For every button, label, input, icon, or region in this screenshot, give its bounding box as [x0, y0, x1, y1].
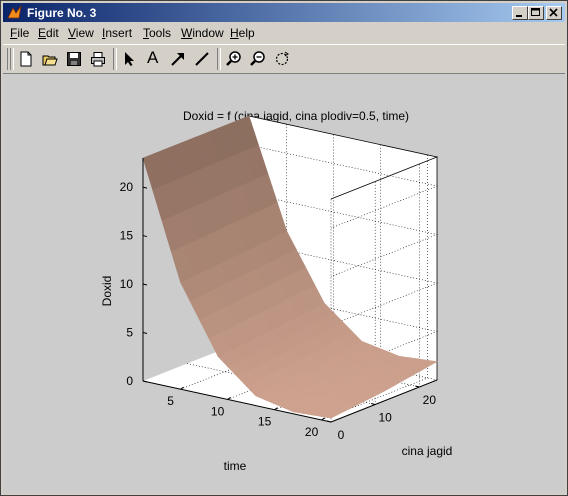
edit-plot-button[interactable]	[119, 48, 141, 70]
matlab-logo-icon	[7, 5, 22, 19]
z-tick-label: 5	[126, 326, 133, 340]
x-tick-label: 5	[167, 394, 174, 408]
toolbar-grip	[10, 48, 14, 70]
z-tick-label: 20	[120, 180, 134, 194]
z-tick-label: 15	[120, 229, 134, 243]
figure-window: Figure No. 3 File Edit View Insert Tools…	[0, 0, 568, 496]
menu-edit[interactable]: Edit	[38, 26, 59, 40]
close-button[interactable]	[546, 6, 562, 20]
arrow-select-icon	[125, 52, 134, 66]
menu-view[interactable]: View	[68, 26, 94, 40]
x-tick-label: 20	[305, 425, 319, 439]
figure-canvas: Doxid = f (cina jagid, cina plodiv=0.5, …	[3, 74, 565, 493]
new-file-icon	[20, 51, 32, 67]
x-axis-label: time	[224, 459, 247, 473]
new-figure-button[interactable]	[15, 48, 37, 70]
y-axis-label: cina jagid	[402, 444, 453, 458]
y-tick-label: 20	[423, 393, 437, 407]
z-tick-mark	[142, 283, 148, 286]
zoom-out-icon	[250, 51, 265, 66]
toolbar: A	[3, 44, 565, 74]
minimize-button[interactable]	[512, 6, 528, 20]
z-tick-mark	[142, 332, 148, 335]
x-tick-label: 15	[258, 415, 272, 429]
surface-plot[interactable]: Doxid = f (cina jagid, cina plodiv=0.5, …	[3, 74, 565, 493]
zoom-in-icon	[226, 51, 241, 66]
plot-title: Doxid = f (cina jagid, cina plodiv=0.5, …	[183, 109, 409, 123]
print-icon	[91, 52, 105, 67]
arrow-icon	[171, 53, 184, 66]
z-axis-label: Doxid	[100, 276, 114, 307]
minimize-icon	[516, 15, 522, 17]
insert-line-button[interactable]	[191, 48, 213, 70]
window-title: Figure No. 3	[27, 6, 97, 20]
save-icon	[67, 52, 81, 66]
zoom-in-button[interactable]	[223, 48, 245, 70]
insert-arrow-button[interactable]	[167, 48, 189, 70]
z-tick-mark	[142, 186, 148, 189]
z-tick-label: 0	[126, 374, 133, 388]
line-icon	[195, 52, 209, 66]
save-button[interactable]	[63, 48, 85, 70]
menu-insert[interactable]: Insert	[102, 26, 132, 40]
rotate-3d-button[interactable]	[271, 48, 293, 70]
print-button[interactable]	[87, 48, 109, 70]
menu-help[interactable]: Help	[230, 26, 255, 40]
toolbar-separator	[217, 48, 221, 70]
z-tick-mark	[142, 235, 148, 238]
rotate-icon	[275, 51, 289, 66]
y-tick-label: 0	[338, 428, 345, 442]
open-icon	[42, 55, 58, 66]
close-icon	[549, 8, 558, 17]
text-a-icon: A	[147, 48, 159, 67]
z-tick-label: 10	[120, 277, 134, 291]
menu-window[interactable]: Window	[181, 26, 224, 40]
toolbar-separator	[113, 48, 117, 70]
menu-tools[interactable]: Tools	[143, 26, 171, 40]
zoom-out-button[interactable]	[247, 48, 269, 70]
menu-file[interactable]: File	[10, 26, 29, 40]
title-bar[interactable]: Figure No. 3	[3, 3, 565, 22]
menu-bar: File Edit View Insert Tools Window Help	[3, 23, 565, 42]
maximize-button[interactable]	[528, 6, 544, 20]
x-tick-label: 10	[211, 404, 225, 418]
maximize-icon	[531, 8, 540, 16]
y-tick-label: 10	[378, 411, 392, 425]
insert-text-button[interactable]: A	[143, 48, 165, 70]
open-file-button[interactable]	[39, 48, 61, 70]
